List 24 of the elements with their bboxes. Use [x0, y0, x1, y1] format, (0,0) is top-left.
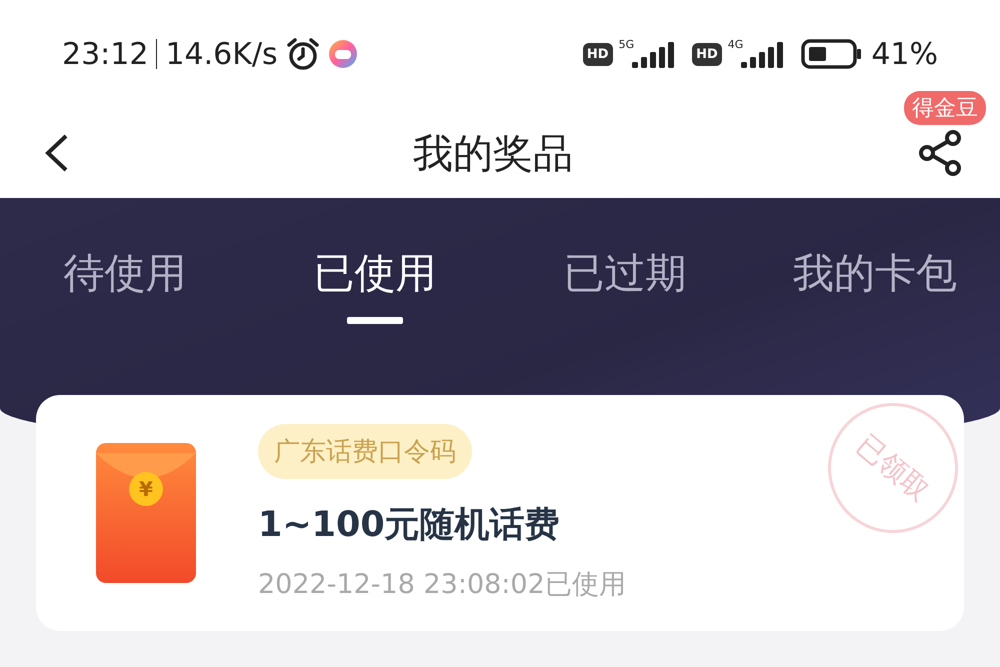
game-controller-icon	[328, 39, 358, 69]
alarm-clock-icon	[286, 37, 320, 71]
share-icon[interactable]	[916, 129, 964, 177]
envelope-icon	[96, 443, 196, 583]
battery-icon	[801, 39, 864, 69]
currency-sign: ¥	[139, 477, 153, 501]
tab[interactable]: 我的卡包	[750, 246, 1000, 324]
clock-time: 23:12	[62, 36, 148, 72]
prize-tag: 广东话费口令码	[258, 424, 472, 479]
hd-badge: HD	[582, 42, 613, 66]
hd-badge: HD	[692, 42, 722, 66]
page-title: 我的奖品	[413, 130, 573, 178]
network-speed: 14.6K/s	[165, 36, 278, 72]
network-type: 5G	[618, 38, 634, 51]
prize-title: 1~100元随机话费	[258, 504, 560, 547]
tab[interactable]: 待使用	[0, 246, 250, 324]
used-time: 2022-12-18 23:08:02已使用	[258, 568, 626, 602]
network-type: 4G	[728, 38, 744, 51]
prize-card[interactable]: ¥ 广东话费口令码 1~100元随机话费 2022-12-18 23:08:02已使用 已领取	[36, 395, 964, 631]
tab[interactable]: 已过期	[500, 246, 750, 324]
battery-percent: 41%	[871, 36, 938, 72]
tab-underline	[347, 317, 403, 324]
tab[interactable]: 已使用	[250, 246, 500, 324]
coin-icon	[129, 472, 163, 506]
